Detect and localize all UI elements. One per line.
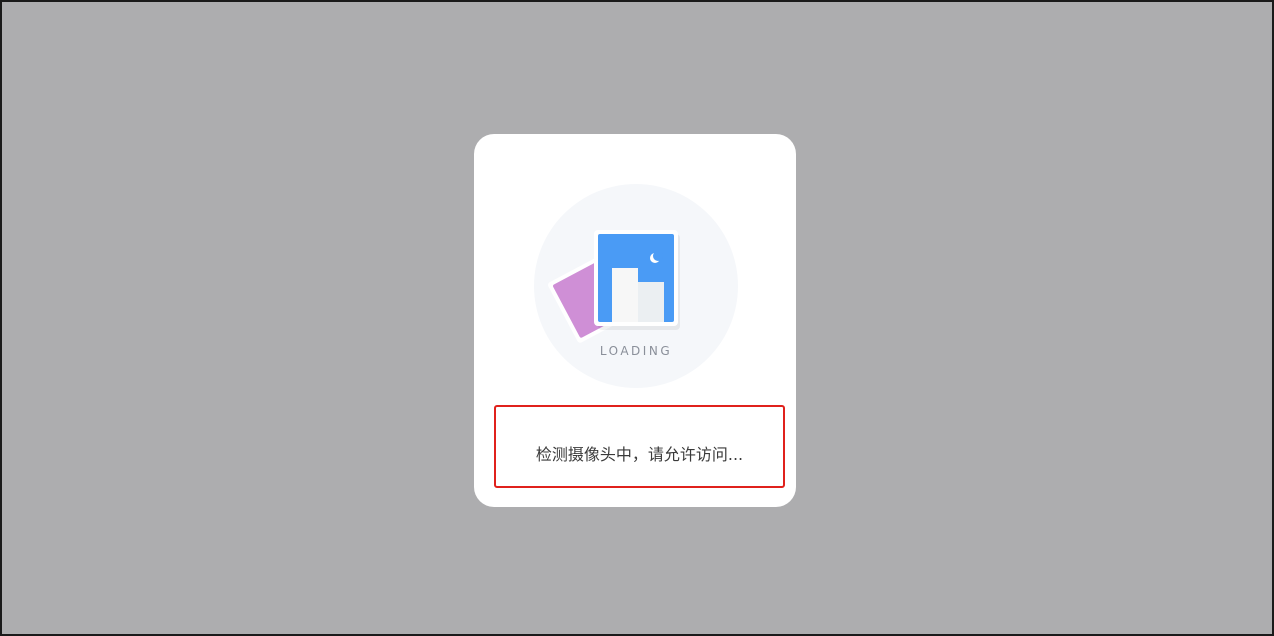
loading-indicator: LOADING bbox=[534, 184, 738, 388]
camera-status-text: 检测摄像头中，请允许访问... bbox=[535, 445, 744, 464]
loading-label: LOADING bbox=[599, 344, 673, 358]
screen-frame: LOADING 检测摄像头中，请允许访问... bbox=[0, 0, 1274, 636]
camera-loading-dialog: LOADING 检测摄像头中，请允许访问... bbox=[474, 134, 796, 507]
status-message-box: 检测摄像头中，请允许访问... bbox=[494, 405, 785, 488]
